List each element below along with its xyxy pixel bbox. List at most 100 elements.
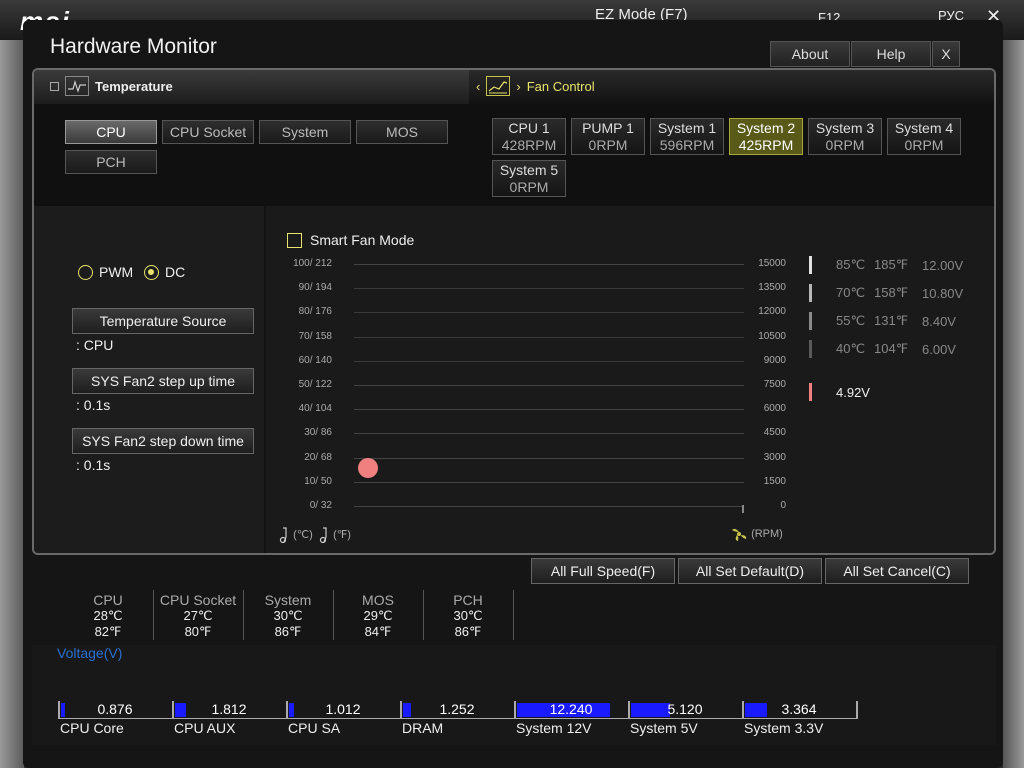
legend-swatch: [809, 312, 812, 330]
help-button[interactable]: Help: [851, 41, 931, 67]
pwm-label: PWM: [99, 264, 134, 280]
legend-swatch: [809, 340, 812, 358]
fan-name: PUMP 1: [582, 119, 634, 136]
step-down-time-value: : 0.1s: [76, 457, 111, 473]
y-tick-left: 100/ 212: [293, 258, 332, 269]
legend-fahrenheit: 131℉: [874, 313, 909, 328]
y-tick-right: 0: [780, 500, 786, 511]
legend-row: 85℃ 185℉ 12.00V: [809, 256, 963, 274]
temperature-source-value: : CPU: [76, 337, 114, 353]
fan-name: System 2: [736, 119, 796, 136]
legend-fahrenheit: 104℉: [874, 341, 909, 356]
y-tick-right: 6000: [763, 403, 786, 415]
window-title: Hardware Monitor: [50, 35, 217, 58]
chevron-left-icon[interactable]: ‹: [476, 79, 480, 94]
legend-fahrenheit: 185℉: [874, 257, 909, 272]
temp-source-system[interactable]: System: [259, 120, 351, 144]
smart-fan-mode-checkbox[interactable]: Smart Fan Mode: [287, 232, 414, 248]
grid-line: [354, 288, 744, 290]
grid-line: [354, 481, 744, 483]
y-tick-left: 10/ 50: [304, 475, 332, 487]
fan-system2-button[interactable]: System 2 425RPM: [729, 118, 803, 155]
legend-voltage: 6.00V: [922, 341, 956, 357]
collapse-icon: [50, 81, 59, 91]
temp-source-cpu-socket[interactable]: CPU Socket: [162, 120, 254, 144]
fan-rpm: 0RPM: [825, 136, 865, 153]
fan-curve-point[interactable]: [358, 458, 378, 478]
voltage-bar-end: [856, 701, 858, 719]
y-tick-right: 1500: [763, 475, 786, 487]
temperature-source-button[interactable]: Temperature Source: [72, 308, 254, 334]
tab-fan-control[interactable]: ‹ › Fan Control: [476, 76, 595, 96]
temp-readout-name: MOS: [362, 592, 394, 608]
all-set-cancel-button[interactable]: All Set Cancel(C): [825, 558, 969, 584]
pwm-radio[interactable]: PWM: [78, 264, 133, 280]
y-tick-right: 9000: [763, 354, 786, 366]
fan-rpm: 0RPM: [509, 178, 549, 195]
temp-readout-system: System 30℃ 86℉: [243, 592, 333, 640]
tab-temperature[interactable]: Temperature: [50, 76, 173, 96]
fan-settings-panel: PWM DC Temperature Source : CPU SYS Fan2…: [34, 206, 264, 553]
voltage-bar: 1.012: [286, 701, 400, 719]
temp-source-pch[interactable]: PCH: [65, 150, 157, 174]
temp-readout-cpu-socket: CPU Socket 27℃ 80℉: [153, 592, 243, 640]
all-set-default-button[interactable]: All Set Default(D): [678, 558, 822, 584]
y-tick-left: 60/ 140: [298, 354, 332, 366]
chevron-right-icon[interactable]: ›: [516, 79, 520, 94]
legend-row: 40℃ 104℉ 6.00V: [809, 340, 956, 358]
temp-readout-c: 27℃: [183, 608, 213, 623]
fan-curve-chart: Smart Fan Mode 100/ 212 1500 0 90/ 194 13500…: [266, 206, 994, 553]
fan-system5-button[interactable]: System 5 0RPM: [492, 160, 566, 197]
step-down-time-button[interactable]: SYS Fan2 step down time: [72, 428, 254, 454]
legend-swatch: [809, 256, 812, 274]
voltage-value: 0.876: [97, 701, 133, 717]
fahrenheit-unit: (℉): [318, 526, 351, 544]
temp-readout-cpu: CPU 28℃ 82℉: [63, 592, 153, 640]
y-tick-right: 7500: [763, 379, 786, 390]
celsius-unit: (℃): [278, 526, 313, 544]
all-full-speed-button[interactable]: All Full Speed(F): [531, 558, 675, 584]
dc-radio[interactable]: DC: [144, 264, 185, 280]
fan-rpm: 596RPM: [659, 136, 715, 153]
legend-voltage: 12.00V: [922, 257, 964, 273]
legend-current-voltage: 4.92V: [836, 384, 870, 400]
temp-readout-name: CPU: [93, 592, 123, 608]
legend-celsius: 40℃: [836, 341, 866, 356]
temp-readout-mos: MOS 29℃ 84℉: [333, 592, 423, 640]
temp-readout-c: 30℃: [453, 608, 483, 623]
fan-system1-button[interactable]: System 1 596RPM: [650, 118, 724, 155]
y-tick-left: 30/ 86: [304, 427, 332, 439]
y-tick-left: 20/ 68: [304, 451, 332, 463]
temp-source-mos[interactable]: MOS: [356, 120, 448, 144]
voltage-value: 1.812: [211, 701, 247, 717]
legend-voltage: 10.80V: [922, 285, 964, 301]
temp-source-cpu[interactable]: CPU: [65, 120, 157, 144]
fan-rpm: 425RPM: [738, 136, 794, 153]
y-tick-left: 0/ 32: [309, 500, 332, 511]
about-button[interactable]: About: [770, 41, 850, 67]
y-tick-left: 90/ 194: [298, 282, 332, 294]
fan-cpu1-button[interactable]: CPU 1 428RPM: [492, 118, 566, 155]
fan-control-panel: Temperature ‹ › Fan Control CPU CPU Sock…: [32, 68, 996, 555]
grid-line: [354, 312, 744, 314]
voltage-title: Voltage(V): [57, 645, 123, 661]
y-tick-right: 13500: [758, 282, 786, 294]
close-button[interactable]: X: [932, 41, 960, 67]
y-tick-right: 3000: [763, 451, 786, 463]
panel-header: Temperature ‹ › Fan Control CPU CPU Sock…: [34, 70, 994, 206]
step-up-time-button[interactable]: SYS Fan2 step up time: [72, 368, 254, 394]
fan-curve-end-marker: [742, 505, 744, 513]
fan-pump1-button[interactable]: PUMP 1 0RPM: [571, 118, 645, 155]
grid-line: [354, 360, 744, 362]
voltage-bar: 5.120: [628, 701, 742, 719]
temp-readout-f: 80℉: [184, 624, 212, 639]
fan-system4-button[interactable]: System 4 0RPM: [887, 118, 961, 155]
fan-name: CPU 1: [508, 119, 550, 136]
legend-fahrenheit: 158℉: [874, 285, 909, 300]
voltage-bar: 12.240: [514, 701, 628, 719]
fan-system3-button[interactable]: System 3 0RPM: [808, 118, 882, 155]
y-tick-left: 70/ 158: [298, 330, 332, 342]
fan-name: System 5: [499, 161, 559, 178]
step-up-time-value: : 0.1s: [76, 397, 111, 413]
voltage-bar: 0.876: [58, 701, 172, 719]
